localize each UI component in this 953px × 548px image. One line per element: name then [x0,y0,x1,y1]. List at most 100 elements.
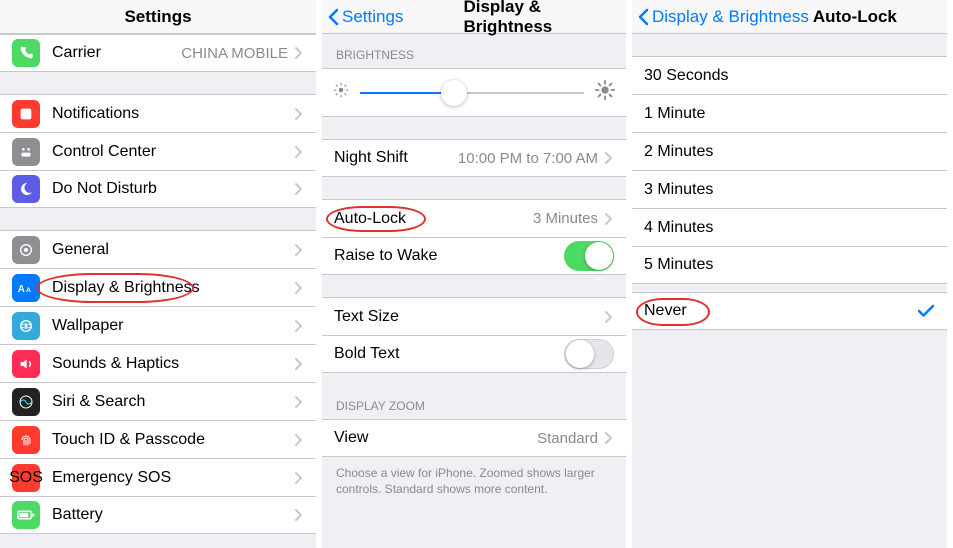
row-label: Wallpaper [52,317,294,335]
settings-row-general[interactable]: General [0,230,316,268]
notifications-icon [12,100,40,128]
back-label: Display & Brightness [652,7,809,27]
row-view[interactable]: ViewStandard [322,419,626,457]
autolock-option[interactable]: 4 Minutes [632,208,947,246]
fingerprint-icon [12,426,40,454]
checkmark-icon [917,304,935,318]
autolock-option[interactable]: 1 Minute [632,94,947,132]
row-bold-text[interactable]: Bold Text [322,335,626,373]
brightness-header: BRIGHTNESS [322,34,626,68]
chevron-right-icon [604,212,614,226]
row-label: Bold Text [334,345,564,363]
autolock-option[interactable]: 30 Seconds [632,56,947,94]
control-center-icon [12,138,40,166]
row-night-shift[interactable]: Night Shift10:00 PM to 7:00 AM [322,139,626,177]
row-text-size[interactable]: Text Size [322,297,626,335]
chevron-right-icon [294,107,304,121]
navbar-title: Display & Brightness [403,0,622,37]
toggle-bold-text[interactable] [564,339,614,369]
chevron-left-icon [636,7,652,27]
toggle-raise-to-wake[interactable] [564,241,614,271]
chevron-right-icon [294,243,304,257]
settings-row-touch-id-passcode[interactable]: Touch ID & Passcode [0,420,316,458]
svg-text:A: A [26,286,31,293]
sound-icon [12,350,40,378]
gear-icon [12,236,40,264]
back-label: Settings [342,7,403,27]
settings-row-battery[interactable]: Battery [0,496,316,534]
phone-icon [12,39,40,67]
wallpaper-icon [12,312,40,340]
row-detail: 10:00 PM to 7:00 AM [458,150,598,167]
chevron-right-icon [604,431,614,445]
text-size-icon: AA [12,274,40,302]
row-label: Notifications [52,105,294,123]
brightness-high-icon [594,79,616,106]
settings-row-carrier[interactable]: CarrierCHINA MOBILE [0,34,316,72]
chevron-right-icon [294,357,304,371]
settings-row-display-brightness[interactable]: AA Display & Brightness [0,268,316,306]
settings-row-emergency-sos[interactable]: SOSEmergency SOS [0,458,316,496]
chevron-right-icon [294,281,304,295]
display-brightness-panel: Settings Display & Brightness BRIGHTNESS… [322,0,632,548]
display-zoom-footer: Choose a view for iPhone. Zoomed shows l… [322,457,626,511]
row-detail: CHINA MOBILE [181,45,288,62]
row-label: Auto-Lock [334,210,533,228]
brightness-low-icon [332,81,350,104]
navbar-display: Settings Display & Brightness [322,0,626,34]
settings-panel: Settings CarrierCHINA MOBILE Notification… [0,0,322,548]
navbar-autolock: Display & Brightness Auto-Lock [632,0,947,34]
option-label: 4 Minutes [644,219,935,237]
slider-thumb[interactable] [441,80,467,106]
navbar-settings: Settings [0,0,316,34]
row-label: Display & Brightness [52,279,294,297]
display-zoom-header: DISPLAY ZOOM [322,373,626,419]
chevron-left-icon [326,7,342,27]
settings-row-do-not-disturb[interactable]: Do Not Disturb [0,170,316,208]
settings-row-notifications[interactable]: Notifications [0,94,316,132]
chevron-right-icon [294,182,304,196]
row-label: Text Size [334,308,604,326]
navbar-title: Settings [0,7,316,27]
navbar-title: Auto-Lock [809,7,897,27]
chevron-right-icon [294,471,304,485]
row-label: Night Shift [334,149,458,167]
back-button[interactable]: Display & Brightness [636,7,809,27]
settings-row-siri-search[interactable]: Siri & Search [0,382,316,420]
brightness-slider-cell [322,68,626,117]
chevron-right-icon [294,433,304,447]
siri-icon [12,388,40,416]
row-auto-lock[interactable]: Auto-Lock3 Minutes [322,199,626,237]
svg-text:A: A [18,283,25,294]
back-button[interactable]: Settings [326,7,403,27]
settings-row-control-center[interactable]: Control Center [0,132,316,170]
option-label: 1 Minute [644,105,935,123]
sos-icon: SOS [12,464,40,492]
row-label: Battery [52,506,294,524]
option-label: 2 Minutes [644,143,935,161]
row-label: Raise to Wake [334,247,564,265]
row-label: General [52,241,294,259]
option-label: 5 Minutes [644,256,935,274]
brightness-slider[interactable] [360,92,584,94]
chevron-right-icon [294,319,304,333]
row-label: Siri & Search [52,393,294,411]
row-label: Carrier [52,44,181,62]
option-label: 30 Seconds [644,67,935,85]
row-raise-to-wake[interactable]: Raise to Wake [322,237,626,275]
option-label: Never [644,302,917,320]
row-detail: Standard [537,430,598,447]
settings-row-sounds-haptics[interactable]: Sounds & Haptics [0,344,316,382]
row-label: Control Center [52,143,294,161]
autolock-option[interactable]: 2 Minutes [632,132,947,170]
chevron-right-icon [604,310,614,324]
settings-row-wallpaper[interactable]: Wallpaper [0,306,316,344]
autolock-option[interactable]: Never [632,292,947,330]
chevron-right-icon [294,145,304,159]
autolock-option[interactable]: 5 Minutes [632,246,947,284]
chevron-right-icon [294,46,304,60]
chevron-right-icon [294,508,304,522]
row-label: Touch ID & Passcode [52,431,294,449]
battery-icon [12,501,40,529]
autolock-option[interactable]: 3 Minutes [632,170,947,208]
